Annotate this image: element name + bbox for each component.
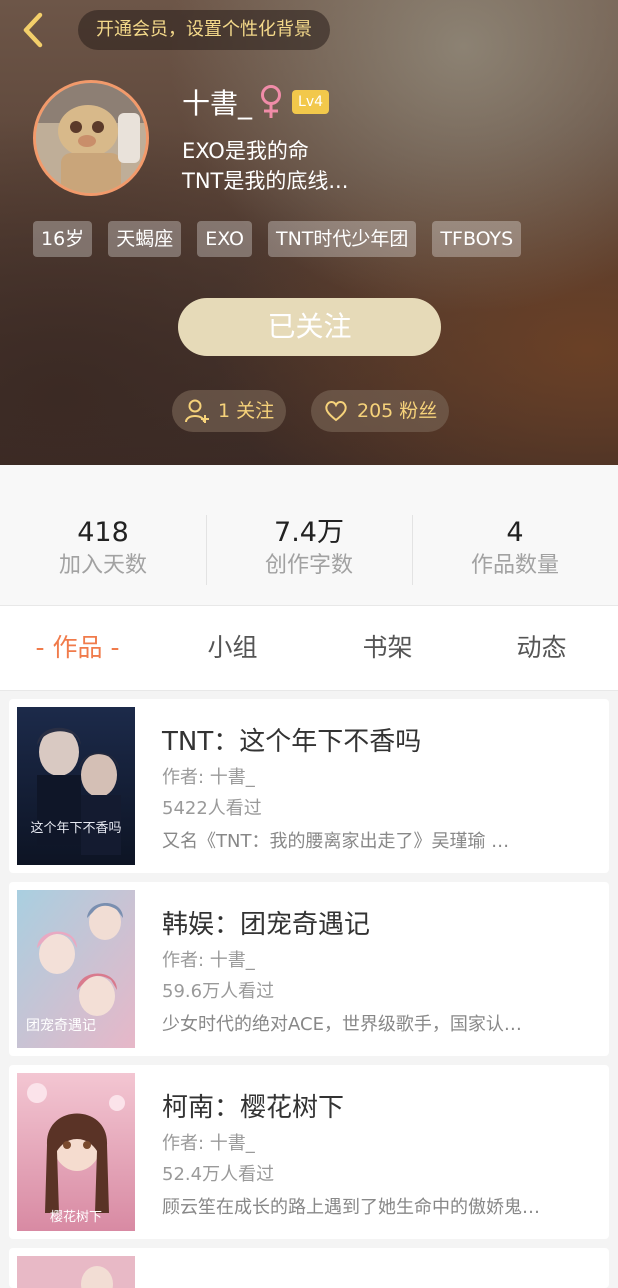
cover-art: 樱花树下 <box>17 1073 135 1231</box>
following-pill[interactable]: 1 关注 <box>172 390 287 432</box>
tab-bar: - 作品 - 小组 书架 动态 <box>0 605 618 691</box>
stats-bar: 418 加入天数 7.4万 创作字数 4 作品数量 <box>0 465 618 605</box>
tag-age: 16岁 <box>33 221 93 257</box>
work-card[interactable]: 樱花树下 柯南：樱花树下 作者: 十書_ 52.4万人看过 顾云笙在成长的路上遇… <box>9 1065 609 1239</box>
work-description: 少女时代的绝对ACE，世界级歌手，国家认… <box>162 1014 522 1035</box>
username: 十書_ <box>182 87 253 120</box>
stat-words: 7.4万 创作字数 <box>206 515 412 581</box>
stat-label: 作品数量 <box>470 553 559 578</box>
stat-value: 7.4万 <box>274 517 344 548</box>
cover-title: 这个年下不香吗 <box>30 820 121 836</box>
female-icon <box>261 85 282 118</box>
name-row: 十書_ Lv4 <box>182 84 330 120</box>
fans-count: 205 粉丝 <box>357 400 438 422</box>
cover-art: 这个年下不香吗 <box>17 707 135 865</box>
tag-tnt: TNT时代少年团 <box>267 221 417 257</box>
work-card[interactable]: 这个年下不香吗 TNT：这个年下不香吗 作者: 十書_ 5422人看过 又名《T… <box>9 699 609 873</box>
fans-pill[interactable]: 205 粉丝 <box>311 390 450 432</box>
bio-line: EXO是我的命 <box>182 139 309 163</box>
tab-bookshelf[interactable]: 书架 <box>310 606 465 690</box>
cover-art: 团宠奇遇记 <box>17 890 135 1048</box>
work-card[interactable]: 团宠奇遇记 韩娱：团宠奇遇记 作者: 十書_ 59.6万人看过 少女时代的绝对A… <box>9 882 609 1056</box>
work-title: 韩娱：团宠奇遇记 <box>162 910 371 940</box>
tab-works[interactable]: - 作品 - <box>0 606 155 690</box>
tab-groups[interactable]: 小组 <box>155 606 310 690</box>
tag-list: 16岁 天蝎座 EXO TNT时代少年团 TFBOYS <box>33 221 522 257</box>
avatar-image <box>36 83 146 193</box>
work-description: 又名《TNT：我的腰离家出走了》吴瑾瑜 … <box>162 831 510 852</box>
work-author: 作者: 十書_ <box>162 767 255 788</box>
bio-line: TNT是我的底线... <box>182 169 349 193</box>
work-title: TNT：这个年下不香吗 <box>162 727 422 757</box>
book-cover: 这个年下不香吗 <box>17 707 135 865</box>
work-card-partial[interactable] <box>9 1248 609 1288</box>
cover-title: 樱花树下 <box>50 1209 102 1225</box>
level-badge: Lv4 <box>292 90 330 114</box>
profile-header: 开通会员，设置个性化背景 十書_ Lv4 EXO是我的命 TNT是我的底线...… <box>0 0 618 465</box>
stat-value: 418 <box>77 517 129 548</box>
cover-title: 团宠奇遇记 <box>26 1017 96 1034</box>
tag-zodiac: 天蝎座 <box>108 221 182 257</box>
vip-background-prompt[interactable]: 开通会员，设置个性化背景 <box>78 10 330 50</box>
stat-label: 加入天数 <box>58 553 147 578</box>
following-count: 1 关注 <box>218 400 275 422</box>
add-user-icon <box>185 399 209 423</box>
tag-exo: EXO <box>197 221 252 257</box>
book-cover: 团宠奇遇记 <box>17 890 135 1048</box>
stat-value: 4 <box>506 517 524 548</box>
book-cover-partial <box>17 1256 135 1288</box>
work-author: 作者: 十書_ <box>162 1133 255 1154</box>
tab-activity[interactable]: 动态 <box>465 606 618 690</box>
work-views: 5422人看过 <box>162 798 262 819</box>
heart-icon <box>325 401 347 422</box>
work-views: 59.6万人看过 <box>162 981 275 1002</box>
tag-tfboys: TFBOYS <box>432 221 522 257</box>
work-title: 柯南：樱花树下 <box>162 1093 345 1123</box>
work-author: 作者: 十書_ <box>162 950 255 971</box>
back-arrow-icon[interactable] <box>14 10 54 50</box>
bio: EXO是我的命 TNT是我的底线... <box>182 136 348 196</box>
work-description: 顾云笙在成长的路上遇到了她生命中的傲娇鬼… <box>162 1197 540 1218</box>
followed-button[interactable]: 已关注 <box>178 298 441 356</box>
work-views: 52.4万人看过 <box>162 1164 275 1185</box>
avatar[interactable] <box>33 80 149 196</box>
stat-days: 418 加入天数 <box>0 515 206 581</box>
stat-label: 创作字数 <box>264 553 353 578</box>
stat-works: 4 作品数量 <box>412 515 618 581</box>
book-cover: 樱花树下 <box>17 1073 135 1231</box>
